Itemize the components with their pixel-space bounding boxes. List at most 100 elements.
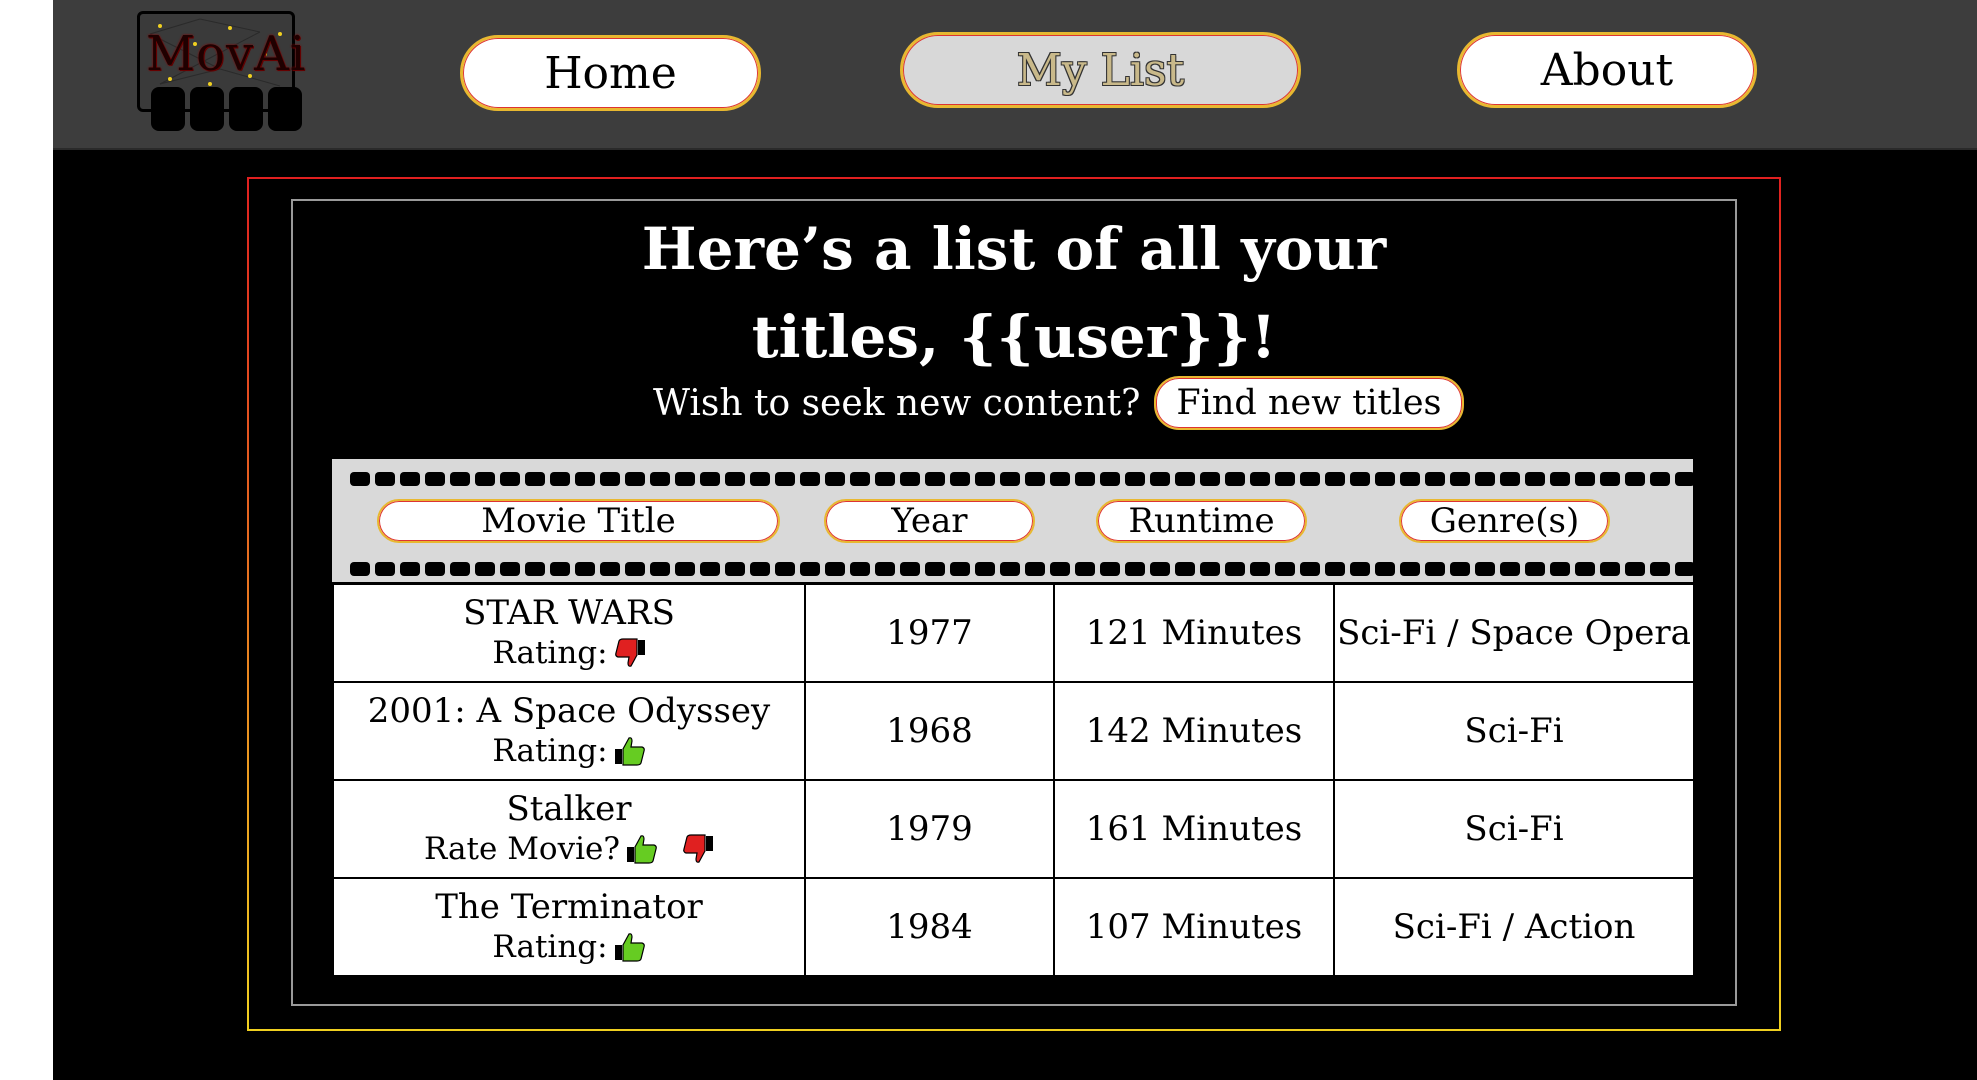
film-perforation — [1650, 562, 1670, 576]
film-perforation — [1275, 472, 1295, 486]
film-perforation — [350, 472, 370, 486]
film-perforation — [1425, 472, 1445, 486]
film-perforation — [475, 472, 495, 486]
prompt-text: Wish to seek new content? — [653, 382, 1141, 424]
film-perforation — [400, 472, 420, 486]
column-header-year[interactable]: Year — [824, 499, 1035, 543]
film-perforation — [675, 562, 695, 576]
thumbs-down-icon[interactable] — [682, 834, 714, 864]
film-perforation — [1200, 472, 1220, 486]
nav-mylist-button[interactable]: My List — [900, 32, 1301, 108]
film-perforation — [825, 562, 845, 576]
film-perforation — [1300, 472, 1320, 486]
film-perforation — [825, 472, 845, 486]
film-perforation — [900, 562, 920, 576]
film-perforation — [575, 562, 595, 576]
thumbs-down-icon[interactable] — [614, 638, 646, 668]
rating-line: Rating: — [334, 927, 804, 967]
film-perforation — [1050, 562, 1070, 576]
cell-title: The Terminator Rating: — [332, 877, 806, 977]
film-perforation — [1500, 472, 1520, 486]
film-perforation — [775, 562, 795, 576]
film-perforation — [1125, 562, 1145, 576]
movie-title[interactable]: The Terminator — [334, 887, 804, 927]
film-perforation — [1300, 562, 1320, 576]
film-perforations-bottom — [350, 562, 1720, 576]
film-perforation — [1200, 562, 1220, 576]
film-perforation — [375, 562, 395, 576]
film-perforation — [1400, 472, 1420, 486]
film-reel-icon — [151, 87, 185, 131]
heading-line-1: Here’s a list of all your — [641, 215, 1387, 283]
film-perforation — [700, 472, 720, 486]
film-perforation — [1450, 562, 1470, 576]
film-perforation — [800, 472, 820, 486]
film-perforation — [450, 562, 470, 576]
film-perforation — [550, 562, 570, 576]
film-perforation — [750, 472, 770, 486]
film-perforation — [1450, 472, 1470, 486]
cell-genre: Sci-Fi / Action — [1333, 877, 1695, 977]
film-perforation — [1100, 472, 1120, 486]
film-perforation — [900, 472, 920, 486]
thumbs-up-icon[interactable] — [614, 932, 646, 962]
cell-year: 1979 — [804, 779, 1055, 879]
heading-line-2: titles, {{user}}! — [751, 303, 1277, 371]
film-perforation — [1325, 562, 1345, 576]
cell-year: 1977 — [804, 583, 1055, 683]
rating-line: Rating: — [334, 633, 804, 673]
table-row: The Terminator Rating: 1984 107 Minutes Sci-… — [332, 877, 1695, 977]
column-header-title[interactable]: Movie Title — [377, 499, 780, 543]
rating-label: Rating: — [492, 635, 608, 671]
nav-about-button[interactable]: About — [1457, 32, 1757, 108]
film-perforation — [350, 562, 370, 576]
app-window: MovAi Home My List About Here’s a list o… — [53, 0, 1977, 1080]
cell-title: STAR WARS Rating: — [332, 583, 806, 683]
thumbs-up-icon[interactable] — [626, 834, 658, 864]
film-perforation — [1000, 472, 1020, 486]
thumbs-up-icon[interactable] — [614, 736, 646, 766]
film-perforation — [875, 472, 895, 486]
film-perforation — [725, 472, 745, 486]
film-perforation — [1150, 472, 1170, 486]
film-perforation — [450, 472, 470, 486]
film-perforation — [475, 562, 495, 576]
film-perforation — [1700, 562, 1720, 576]
film-perforation — [625, 472, 645, 486]
film-perforation — [650, 562, 670, 576]
film-perforation — [1525, 472, 1545, 486]
film-perforation — [975, 472, 995, 486]
film-perforation — [1250, 472, 1270, 486]
film-perforation — [1575, 472, 1595, 486]
find-new-titles-button[interactable]: Find new titles — [1154, 376, 1464, 430]
film-perforation — [1175, 562, 1195, 576]
cell-genre: Sci-Fi — [1333, 779, 1695, 879]
column-header-runtime[interactable]: Runtime — [1096, 499, 1307, 543]
nav-home-button[interactable]: Home — [460, 35, 761, 111]
film-perforation — [525, 562, 545, 576]
film-perforation — [850, 472, 870, 486]
film-perforation — [950, 562, 970, 576]
film-perforation — [925, 562, 945, 576]
movie-title[interactable]: Stalker — [334, 789, 804, 829]
navbar: MovAi Home My List About — [53, 0, 1977, 150]
movie-title[interactable]: 2001: A Space Odyssey — [334, 691, 804, 731]
movie-table: STAR WARS Rating: 1977 121 Minutes Sci-Fi / … — [332, 583, 1695, 977]
film-perforation — [1475, 472, 1495, 486]
cell-genre: Sci-Fi / Space Opera — [1333, 583, 1695, 683]
film-perforation — [500, 472, 520, 486]
film-perforation — [1575, 562, 1595, 576]
film-perforation — [1050, 472, 1070, 486]
logo-text: MovAi — [146, 26, 307, 82]
column-header-genre[interactable]: Genre(s) — [1399, 499, 1610, 543]
film-perforation — [1400, 562, 1420, 576]
film-perforations-top — [350, 472, 1720, 486]
table-row: STAR WARS Rating: 1977 121 Minutes Sci-Fi / … — [332, 583, 1695, 683]
film-perforation — [1700, 472, 1720, 486]
film-perforation — [425, 472, 445, 486]
film-perforation — [700, 562, 720, 576]
movie-title[interactable]: STAR WARS — [334, 593, 804, 633]
film-perforation — [1075, 562, 1095, 576]
film-perforation — [1125, 472, 1145, 486]
rating-label: Rating: — [492, 733, 608, 769]
